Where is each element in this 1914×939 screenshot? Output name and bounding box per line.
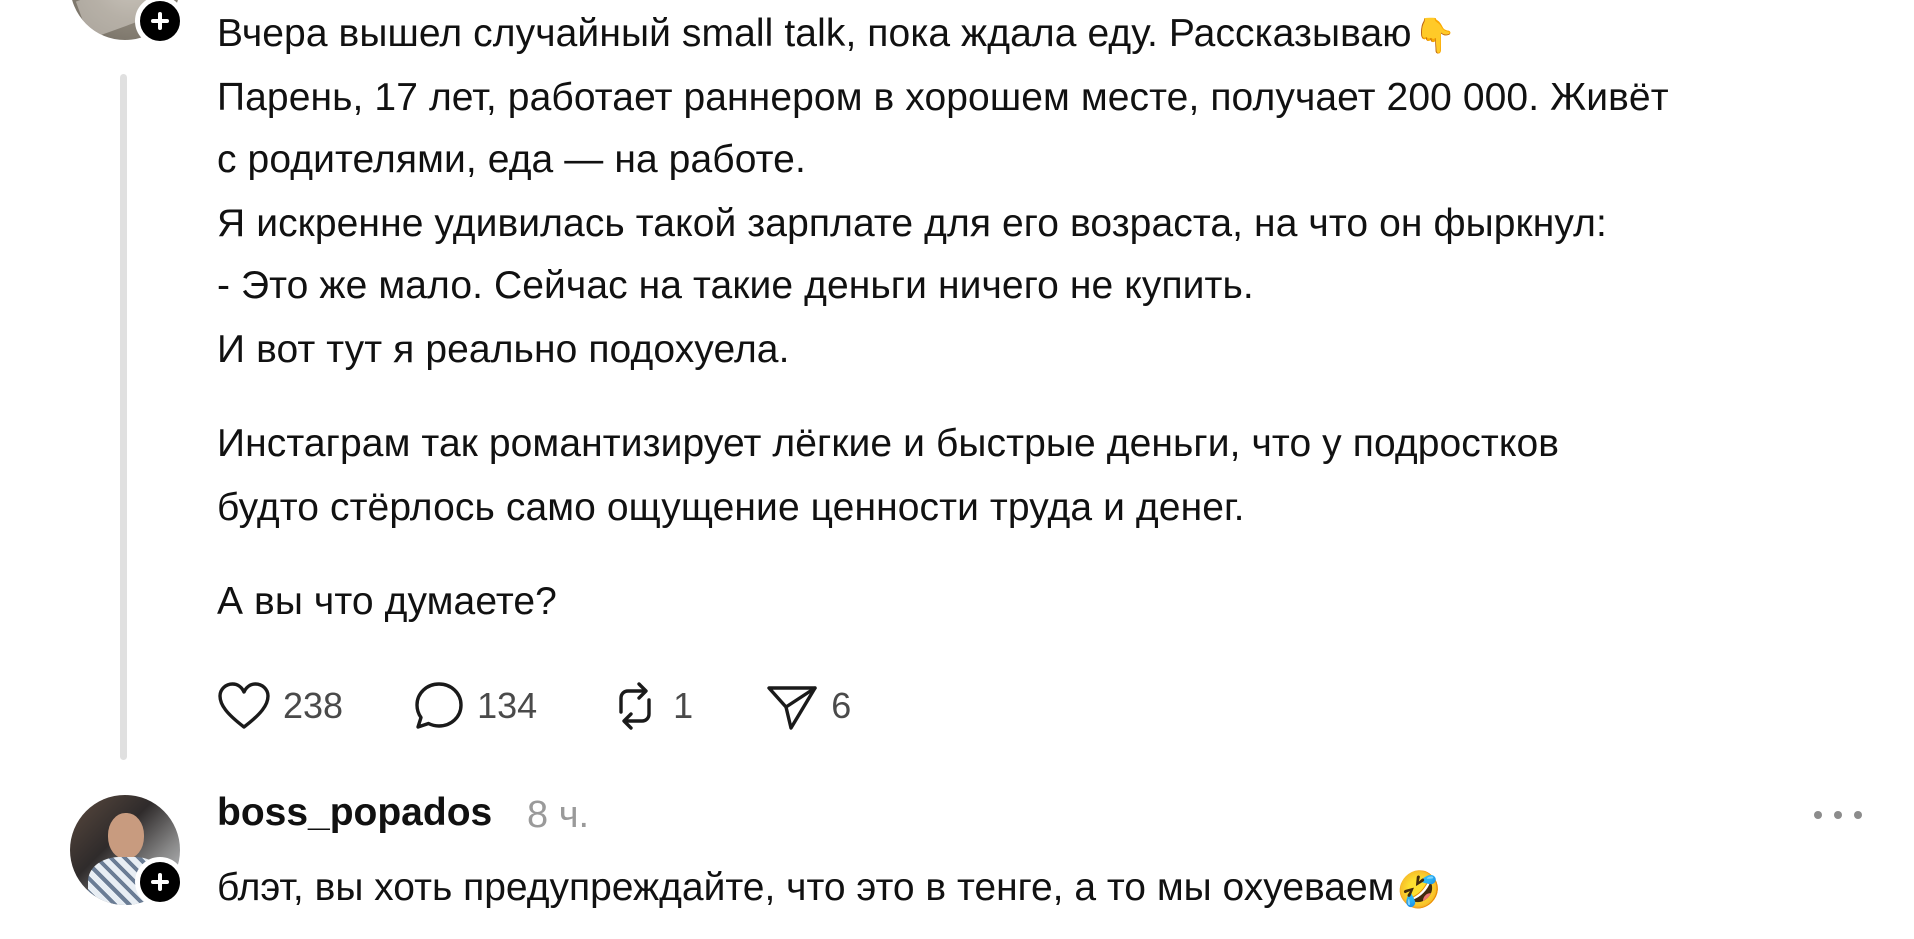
share-button[interactable]: 6 bbox=[765, 680, 851, 732]
post-line: Вчера вышел случайный small talk, пока ж… bbox=[217, 2, 1877, 68]
reply-body: блэт, вы хоть предупреждайте, что это в … bbox=[217, 856, 1441, 922]
post-line: А вы что думаете? bbox=[217, 580, 557, 623]
post-line: Я искренне удивилась такой зарплате для … bbox=[217, 202, 1607, 245]
post-line-text: Вчера вышел случайный small talk, пока ж… bbox=[217, 12, 1412, 55]
more-options-button[interactable] bbox=[1814, 800, 1862, 830]
share-count: 6 bbox=[831, 685, 852, 726]
repost-count: 1 bbox=[673, 685, 694, 726]
post-line: И вот тут я реально подохуела. bbox=[217, 328, 790, 371]
post-line: будто стёрлось само ощущение ценности тр… bbox=[217, 486, 1245, 529]
follow-plus-icon[interactable] bbox=[135, 0, 185, 46]
repost-icon bbox=[619, 682, 651, 730]
rolling-laughing-icon: 🤣 bbox=[1396, 868, 1442, 910]
reply-timestamp: 8 ч. bbox=[527, 794, 590, 836]
like-button[interactable]: 238 bbox=[217, 681, 343, 731]
avatar-face-detail bbox=[108, 813, 144, 859]
comment-button[interactable]: 134 bbox=[413, 680, 537, 732]
post-line: Парень, 17 лет, работает раннером в хоро… bbox=[217, 76, 1669, 119]
reply-username[interactable]: boss_popados bbox=[217, 788, 492, 838]
post-line: Инстаграм так романтизирует лёгкие и быс… bbox=[217, 422, 1560, 465]
comment-bubble-icon bbox=[415, 682, 463, 729]
more-dot-icon bbox=[1814, 811, 1822, 819]
thread-page: Вчера вышел случайный small talk, пока ж… bbox=[0, 0, 1914, 939]
heart-icon bbox=[218, 682, 270, 729]
pointing-down-icon: 👇 bbox=[1413, 16, 1457, 55]
like-count: 238 bbox=[283, 685, 344, 726]
more-dot-icon bbox=[1854, 811, 1862, 819]
thread-connector-line bbox=[120, 74, 127, 760]
comment-count: 134 bbox=[477, 685, 538, 726]
post-line: с родителями, еда — на работе. bbox=[217, 138, 806, 181]
follow-plus-icon[interactable] bbox=[135, 857, 185, 907]
post-actions-bar: 238 134 1 6 bbox=[217, 678, 851, 734]
send-icon bbox=[767, 686, 817, 730]
repost-button[interactable]: 1 bbox=[609, 680, 693, 732]
post-line: - Это же мало. Сейчас на такие деньги ни… bbox=[217, 264, 1254, 307]
reply-text: блэт, вы хоть предупреждайте, что это в … bbox=[217, 866, 1395, 909]
more-dot-icon bbox=[1834, 811, 1842, 819]
